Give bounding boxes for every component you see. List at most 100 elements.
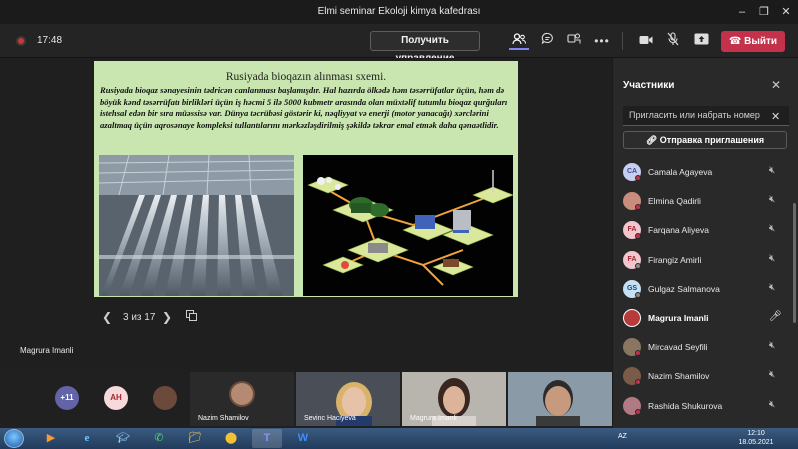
leave-button[interactable]: ☎ Выйти bbox=[721, 31, 785, 52]
window-title: Elmi seminar Ekoloji kimya kafedrası bbox=[317, 6, 481, 17]
education-app-icon[interactable]: 🎓︎ bbox=[108, 429, 138, 448]
invite-input[interactable]: Пригласить или набрать номер bbox=[623, 106, 789, 126]
status-badge bbox=[635, 233, 641, 239]
avatar[interactable]: AH bbox=[104, 386, 128, 410]
maximize-icon[interactable]: ❐ bbox=[755, 4, 773, 20]
clock-date: 18.05.2021 bbox=[738, 439, 774, 446]
shared-content-stage: Rusiyada bioqazın alınması sxemi. Rusiya… bbox=[0, 58, 612, 370]
mic-muted-icon: 🔇︎ bbox=[769, 369, 776, 380]
close-window-icon[interactable]: ✕ bbox=[777, 4, 795, 20]
video-tile-name: Magrura Imanli bbox=[410, 415, 457, 422]
status-badge bbox=[635, 175, 641, 181]
more-participants-badge[interactable]: +11 bbox=[55, 386, 79, 410]
status-badge bbox=[635, 263, 641, 269]
meeting-timer: 17:48 bbox=[37, 35, 63, 46]
presenter-name: Magrura Imanli bbox=[20, 346, 74, 355]
meeting-toolbar: 17:48 Получить управление ••• ☎ Выйти bbox=[0, 24, 798, 64]
participant-name: Rashida Shukurova bbox=[648, 401, 723, 411]
status-badge bbox=[635, 379, 641, 385]
mic-muted-icon: 🔇︎ bbox=[769, 399, 776, 410]
status-badge bbox=[635, 204, 641, 210]
teams-icon[interactable]: T bbox=[252, 429, 282, 448]
participants-scrollbar[interactable] bbox=[793, 203, 796, 323]
participants-icon[interactable] bbox=[509, 32, 529, 50]
participant-row[interactable]: Rashida Shukurova 🔇︎ bbox=[623, 396, 789, 416]
participant-name: Firangiz Amirli bbox=[648, 255, 702, 265]
slide-body-text: Rusiyada bioqaz sənayesinin tədricən can… bbox=[100, 85, 508, 130]
mic-muted-icon: 🔇︎ bbox=[769, 340, 776, 351]
avatar[interactable] bbox=[153, 386, 177, 410]
participants-panel: Участники ✕ Пригласить или набрать номер… bbox=[612, 58, 798, 428]
windows-taskbar: ▶ e 🎓︎ ✆ 📁︎ ⬤ T W AZ 12:10 18.05.2021 bbox=[0, 428, 798, 449]
video-tile-name: Sevinc Haciyeva bbox=[304, 415, 356, 422]
participant-row[interactable]: FA Farqana Aliyeva 🔇︎ bbox=[623, 220, 789, 240]
participant-row[interactable]: Magrura Imanli 🎤︎ bbox=[623, 308, 789, 328]
slide-title: Rusiyada bioqazın alınması sxemi. bbox=[225, 71, 387, 83]
slide-grid-icon[interactable] bbox=[184, 310, 198, 324]
mic-muted-icon: 🔇︎ bbox=[769, 253, 776, 264]
title-bar: Elmi seminar Ekoloji kimya kafedrası – ❐… bbox=[0, 0, 798, 24]
word-icon[interactable]: W bbox=[288, 429, 318, 448]
language-indicator[interactable]: AZ bbox=[618, 433, 627, 440]
video-tile[interactable]: Sevinc Haciyeva bbox=[296, 372, 400, 426]
biogas-plant-photo bbox=[99, 155, 294, 296]
recording-icon bbox=[16, 36, 26, 46]
status-badge bbox=[635, 350, 641, 356]
toolbar-divider bbox=[622, 32, 623, 50]
request-control-button[interactable]: Получить управление bbox=[370, 31, 480, 64]
participant-row[interactable]: Elmina Qadirli 🔇︎ bbox=[623, 191, 789, 211]
biogas-scheme-diagram bbox=[303, 155, 513, 296]
internet-explorer-icon[interactable]: e bbox=[72, 429, 102, 448]
participant-row[interactable]: FA Firangiz Amirli 🔇︎ bbox=[623, 250, 789, 270]
close-panel-icon[interactable]: ✕ bbox=[771, 78, 781, 92]
minimize-icon[interactable]: – bbox=[733, 4, 751, 20]
video-tile[interactable]: Magrura Imanli bbox=[402, 372, 506, 426]
participant-name: Nazim Shamilov bbox=[648, 371, 710, 381]
participant-name: Camala Agayeva bbox=[648, 167, 713, 177]
media-player-icon[interactable]: ▶ bbox=[36, 429, 66, 448]
more-options-icon[interactable]: ••• bbox=[592, 32, 612, 50]
participant-row[interactable]: Nazim Shamilov 🔇︎ bbox=[623, 366, 789, 386]
previous-slide-icon[interactable]: ❮ bbox=[100, 310, 114, 324]
participant-row[interactable]: CA Camala Agayeva 🔇︎ bbox=[623, 162, 789, 182]
participant-name: Mircavad Seyfili bbox=[648, 342, 708, 352]
camera-icon[interactable] bbox=[636, 32, 656, 50]
participant-name: Gulgaz Salmanova bbox=[648, 284, 720, 294]
share-invite-label: Отправка приглашения bbox=[659, 135, 765, 145]
participants-title: Участники bbox=[623, 80, 675, 91]
mic-muted-icon: 🔇︎ bbox=[769, 165, 776, 176]
share-screen-icon[interactable] bbox=[691, 32, 711, 50]
avatar bbox=[623, 309, 641, 327]
video-gallery-strip: +11 AH Nazim Shamilov Sevinc Haciyeva Ma… bbox=[0, 370, 612, 428]
mic-icon: 🎤︎ bbox=[769, 311, 782, 322]
share-link-icon: 🔗︎ bbox=[645, 135, 660, 145]
participant-row[interactable]: Mircavad Seyfili 🔇︎ bbox=[623, 337, 789, 357]
breakout-rooms-icon[interactable] bbox=[564, 32, 584, 50]
next-slide-icon[interactable]: ❯ bbox=[160, 310, 174, 324]
share-invite-button[interactable]: 🔗︎ Отправка приглашения bbox=[623, 131, 787, 149]
mic-muted-icon: 🔇︎ bbox=[769, 194, 776, 205]
participant-name: Magrura Imanli bbox=[648, 313, 709, 323]
participant-row[interactable]: GS Gulgaz Salmanova 🔇︎ bbox=[623, 279, 789, 299]
slide-page-indicator: 3 из 17 bbox=[123, 312, 156, 323]
system-clock[interactable]: 12:10 18.05.2021 bbox=[732, 429, 780, 447]
mic-muted-icon[interactable] bbox=[663, 32, 683, 50]
mic-muted-icon: 🔇︎ bbox=[769, 223, 776, 234]
clear-input-icon[interactable]: ✕ bbox=[771, 110, 780, 123]
video-tile-name: Nazim Shamilov bbox=[198, 415, 249, 422]
chrome-icon[interactable]: ⬤ bbox=[216, 429, 246, 448]
participant-name: Farqana Aliyeva bbox=[648, 225, 709, 235]
presentation-slide: Rusiyada bioqazın alınması sxemi. Rusiya… bbox=[94, 61, 518, 297]
video-tile[interactable] bbox=[508, 372, 612, 426]
chat-icon[interactable] bbox=[537, 32, 557, 50]
clock-time: 12:10 bbox=[747, 430, 765, 437]
file-explorer-icon[interactable]: 📁︎ bbox=[180, 429, 210, 448]
participant-name: Elmina Qadirli bbox=[648, 196, 701, 206]
start-button[interactable] bbox=[4, 429, 24, 448]
whatsapp-icon[interactable]: ✆ bbox=[144, 429, 174, 448]
video-tile[interactable]: Nazim Shamilov bbox=[190, 372, 294, 426]
leave-label: Выйти bbox=[744, 36, 778, 47]
status-badge bbox=[635, 409, 641, 415]
status-badge bbox=[635, 292, 641, 298]
mic-muted-icon: 🔇︎ bbox=[769, 282, 776, 293]
